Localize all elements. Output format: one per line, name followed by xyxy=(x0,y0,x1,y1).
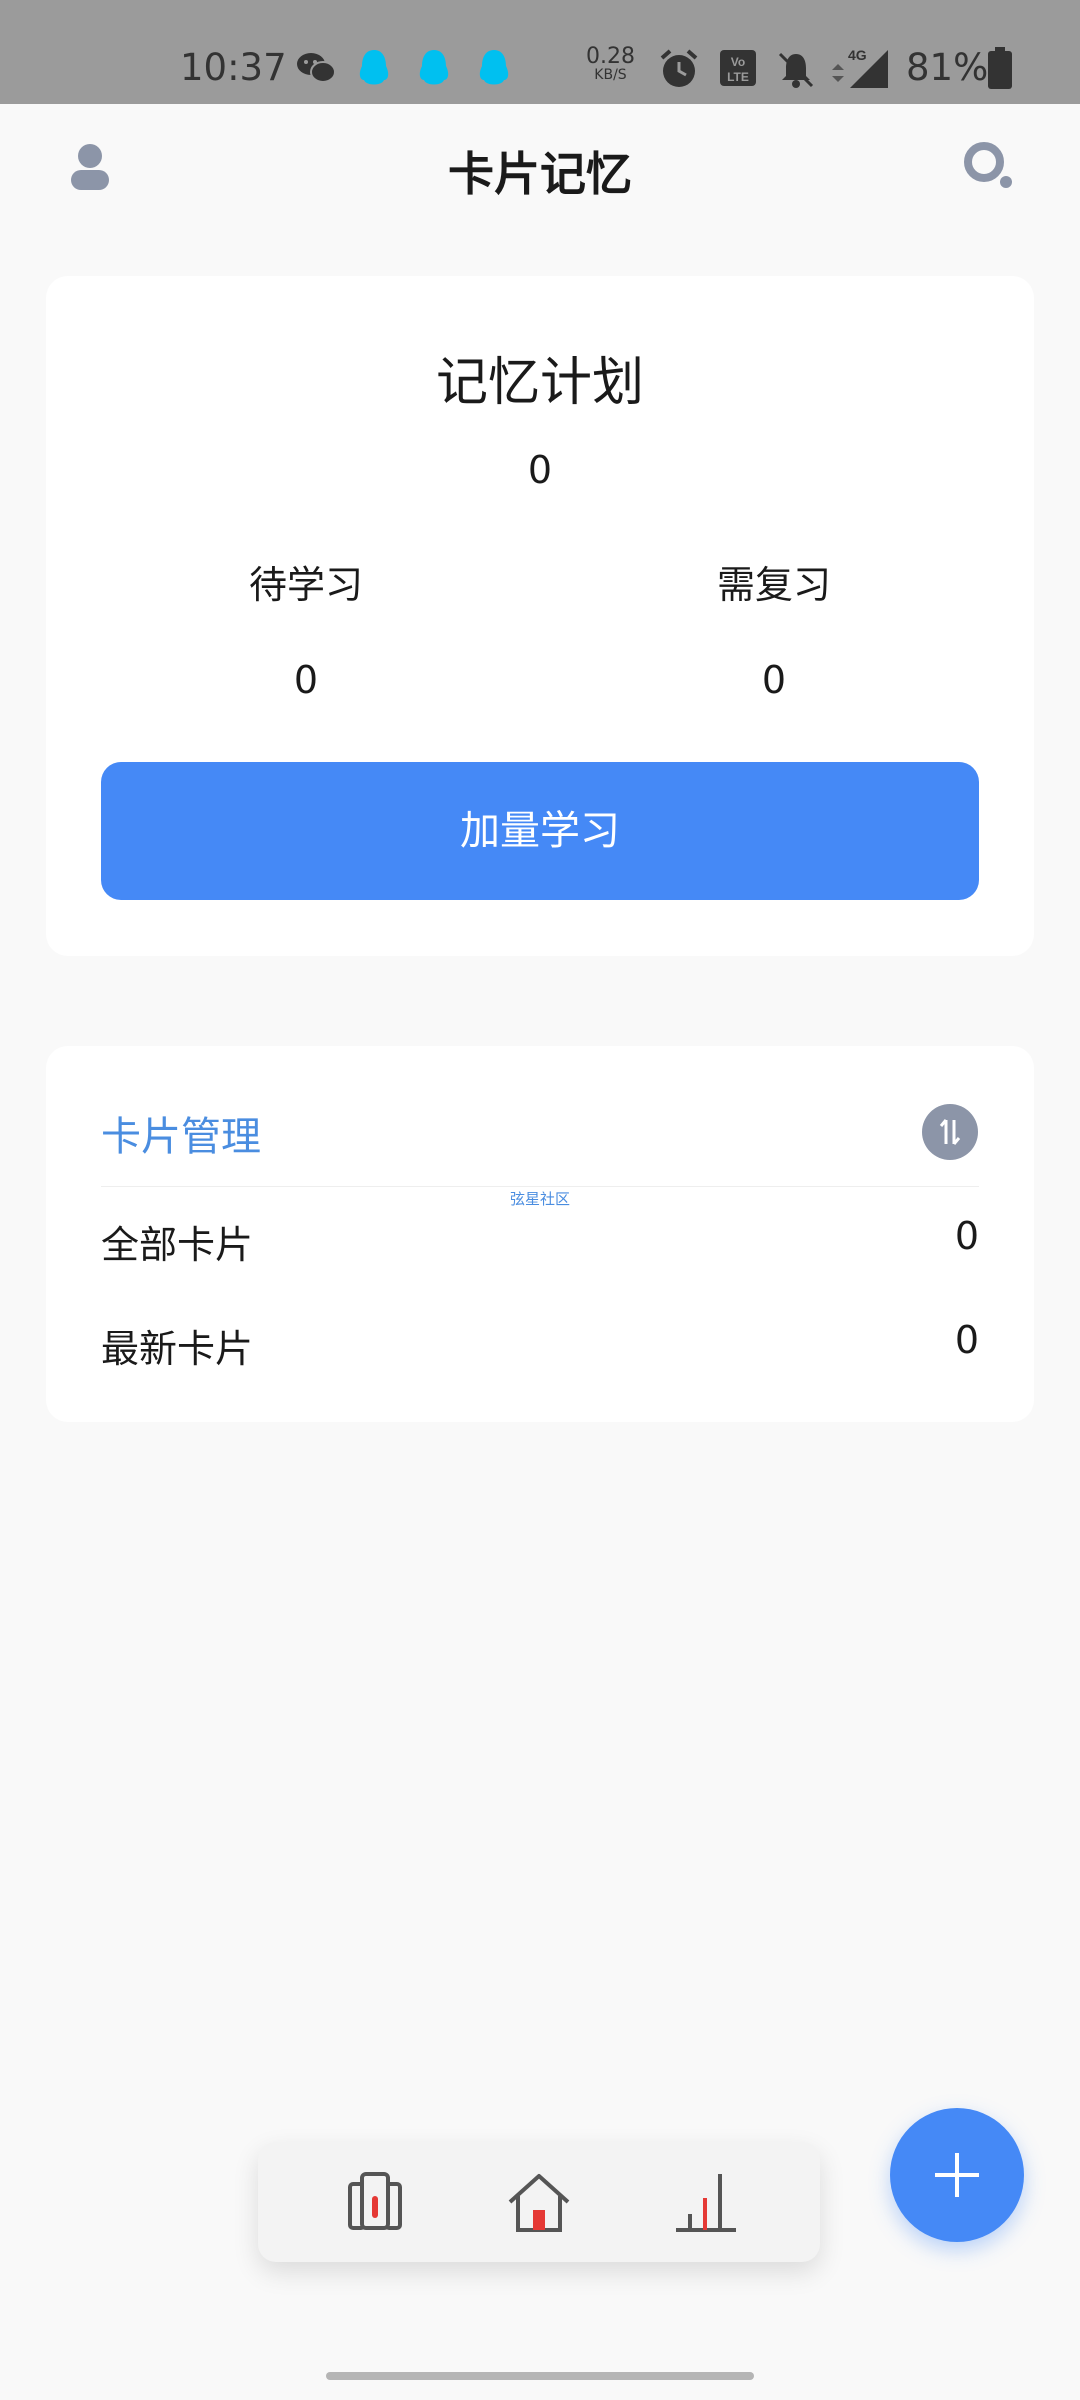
card-management-title[interactable]: 卡片管理 xyxy=(101,1104,261,1162)
add-card-button[interactable] xyxy=(890,2108,1024,2242)
bottom-nav xyxy=(258,2142,820,2262)
alarm-icon xyxy=(660,49,698,87)
wechat-icon xyxy=(297,53,336,83)
net-speed: 0.28 KB/S xyxy=(586,44,635,84)
status-bar: 10:37 0.28 KB/S Vo LTE 4G 81% xyxy=(0,0,1080,104)
watermark: 弦星社区 xyxy=(509,1190,570,1208)
sort-button[interactable] xyxy=(922,1104,978,1160)
home-icon xyxy=(508,2174,570,2232)
all-cards-count: 0 xyxy=(954,1214,979,1258)
add-study-button[interactable]: 加量学习 xyxy=(101,762,979,900)
nav-cards[interactable] xyxy=(340,2168,410,2238)
search-icon[interactable] xyxy=(962,140,1016,196)
nav-home[interactable] xyxy=(504,2168,574,2238)
latest-cards-label[interactable]: 最新卡片 xyxy=(101,1318,253,1373)
page-title: 卡片记忆 xyxy=(448,147,632,201)
card-management-card: 卡片管理 弦星社区 全部卡片 0 最新卡片 0 xyxy=(46,1046,1034,1422)
qq-icon xyxy=(479,50,509,85)
cards-icon xyxy=(348,2172,402,2230)
all-cards-label[interactable]: 全部卡片 xyxy=(101,1214,253,1269)
plan-title: 记忆计划 xyxy=(435,353,644,413)
divider xyxy=(101,1186,979,1187)
latest-cards-count: 0 xyxy=(954,1318,979,1362)
stats-icon xyxy=(676,2174,736,2232)
net-speed-value: 0.28 xyxy=(586,44,635,69)
pending-count: 0 xyxy=(293,658,319,702)
volte-icon: Vo LTE xyxy=(720,50,756,86)
battery-percent: 81% xyxy=(906,46,989,89)
battery-icon xyxy=(988,47,1012,89)
review-label: 需复习 xyxy=(716,563,831,607)
qq-icon xyxy=(359,50,389,85)
signal-4g-icon: 4G xyxy=(832,47,888,88)
plus-icon xyxy=(935,2153,979,2197)
sort-icon xyxy=(939,1119,961,1145)
memory-plan-card: 记忆计划 0 待学习 需复习 0 0 加量学习 xyxy=(46,276,1034,956)
status-time: 10:37 xyxy=(180,46,287,89)
pending-label: 待学习 xyxy=(248,563,363,607)
mute-icon xyxy=(778,52,814,88)
plan-total-count: 0 xyxy=(527,448,553,492)
home-indicator[interactable] xyxy=(326,2372,754,2380)
svg-text:LTE: LTE xyxy=(727,70,749,84)
svg-text:4G: 4G xyxy=(848,47,867,63)
qq-icon xyxy=(419,50,449,85)
review-count: 0 xyxy=(761,658,787,702)
nav-stats[interactable] xyxy=(670,2168,740,2238)
svg-text:Vo: Vo xyxy=(731,55,745,69)
